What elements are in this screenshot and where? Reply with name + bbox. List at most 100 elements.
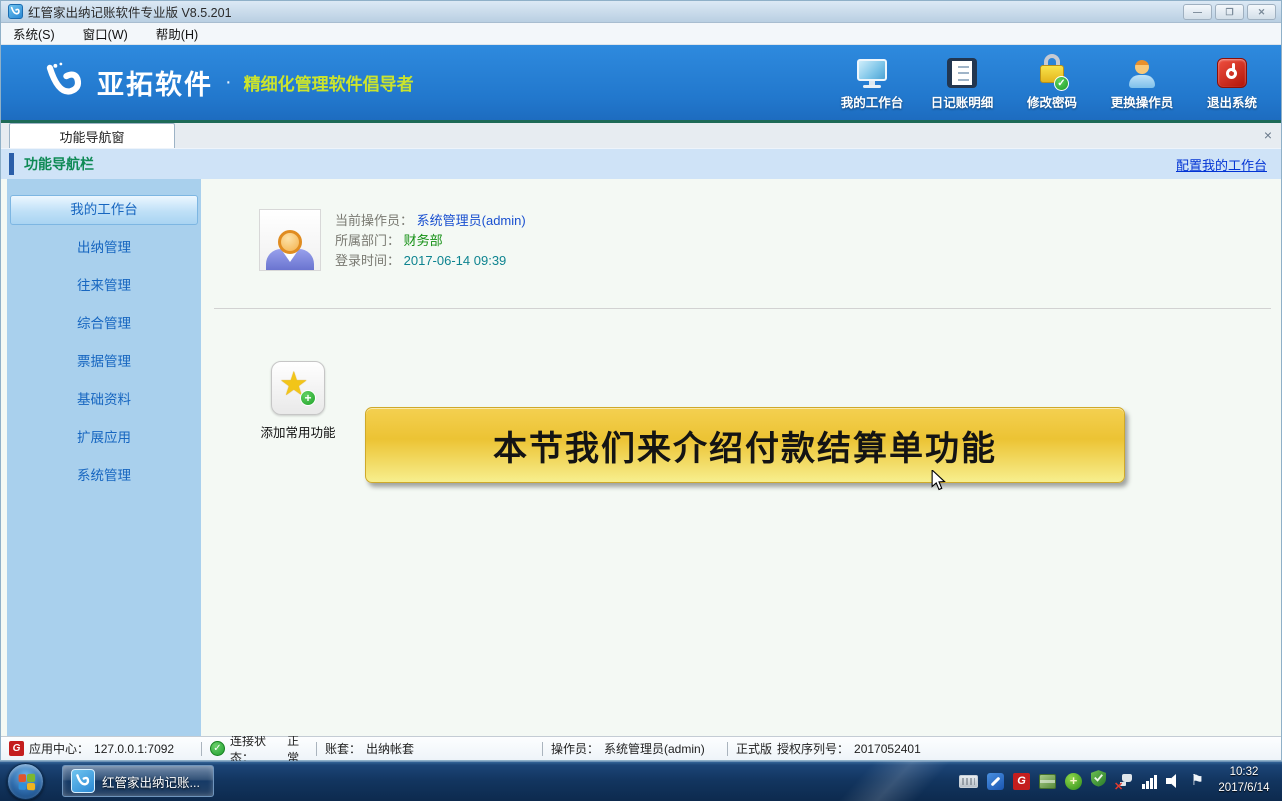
start-button[interactable] (7, 763, 44, 800)
windows-flag-icon (19, 773, 36, 790)
status-operator: 操作员： 系统管理员(admin) (543, 737, 727, 760)
plug-error-icon[interactable] (1115, 773, 1133, 790)
blue-tool-icon[interactable] (987, 773, 1004, 790)
app-window: 红管家出纳记账软件专业版 V8.5.201 — ❐ ✕ 系统(S) 窗口(W) … (0, 0, 1282, 761)
window-controls: — ❐ ✕ (1183, 4, 1276, 20)
switch-operator-label: 更换操作员 (1111, 92, 1174, 111)
status-app-center: G 应用中心： 127.0.0.1:7092 (1, 737, 201, 760)
main-panel: 当前操作员： 系统管理员(admin) 所属部门： 财务部 登录时间： 2017… (201, 179, 1281, 736)
nav-bar-title: 功能导航栏 (24, 154, 94, 174)
add-common-function-button[interactable]: ★ + (271, 361, 325, 415)
close-pane-icon[interactable]: × (1264, 128, 1272, 142)
account-set-label: 账套： (325, 740, 361, 757)
signal-bars-icon[interactable] (1142, 774, 1157, 789)
clock-time: 10:32 (1212, 765, 1276, 781)
app-logo-icon (8, 4, 23, 19)
tab-function-nav[interactable]: 功能导航窗 (9, 123, 175, 148)
volume-icon[interactable] (1166, 774, 1182, 789)
user-info-rows: 当前操作员： 系统管理员(admin) 所属部门： 财务部 登录时间： 2017… (335, 209, 526, 273)
status-bar: G 应用中心： 127.0.0.1:7092 ✓ 连接状态： 正常 账套： 出纳… (1, 736, 1281, 760)
brand-banner: 亚拓软件 · 精细化管理软件倡导者 我的工作台 日记账明细 (1, 45, 1281, 120)
status-license: 正式版 授权序列号： 2017052401 (728, 737, 929, 760)
shield-icon[interactable] (1091, 770, 1106, 792)
taskbar-clock[interactable]: 10:32 2017/6/14 (1212, 765, 1276, 796)
header-actions: 我的工作台 日记账明细 ✓ 修改密码 (839, 54, 1265, 111)
license-edition: 正式版 (736, 740, 772, 757)
department-row: 所属部门： 财务部 (335, 231, 526, 251)
taskbar: 红管家出纳记账... 10:32 (0, 761, 1282, 801)
account-set-value: 出纳帐套 (366, 740, 414, 757)
taskbar-app-button[interactable]: 红管家出纳记账... (62, 765, 214, 797)
tab-strip: 功能导航窗 × (1, 120, 1281, 148)
sidebar-item-contacts-mgmt[interactable]: 往来管理 (10, 271, 198, 301)
check-circle-icon: ✓ (210, 741, 225, 756)
current-operator-value: 系统管理员(admin) (417, 213, 526, 228)
restore-button[interactable]: ❐ (1215, 4, 1244, 20)
brand-name: 亚拓软件 (97, 63, 213, 102)
yatuo-logo-icon (43, 61, 87, 105)
brand: 亚拓软件 · 精细化管理软件倡导者 (43, 61, 414, 105)
plus-badge-icon: + (300, 390, 316, 406)
brand-tagline: 精细化管理软件倡导者 (244, 70, 414, 95)
menu-system[interactable]: 系统(S) (13, 24, 55, 43)
title-bar: 红管家出纳记账软件专业版 V8.5.201 — ❐ ✕ (1, 1, 1281, 23)
sidebar-item-comprehensive-mgmt[interactable]: 综合管理 (10, 309, 198, 339)
exit-system-button[interactable]: 退出系统 (1199, 54, 1265, 111)
sidebar-item-system-mgmt[interactable]: 系统管理 (10, 461, 198, 491)
minimize-button[interactable]: — (1183, 4, 1212, 20)
sidebar: 我的工作台 出纳管理 往来管理 综合管理 票据管理 基础资料 扩展应用 系统管理 (7, 179, 201, 736)
plus-ball-icon[interactable] (1065, 773, 1082, 790)
menu-window[interactable]: 窗口(W) (83, 24, 128, 43)
status-account-set: 账套： 出纳帐套 (317, 737, 542, 760)
journal-detail-label: 日记账明细 (931, 92, 994, 111)
app-logo-icon (71, 769, 95, 793)
function-nav-bar: 功能导航栏 配置我的工作台 (1, 148, 1281, 179)
close-button[interactable]: ✕ (1247, 4, 1276, 20)
login-time-row: 登录时间： 2017-06-14 09:39 (335, 251, 526, 271)
workbench-label: 我的工作台 (841, 92, 904, 111)
flag-icon[interactable] (1191, 773, 1204, 789)
nav-accent-bar (9, 153, 14, 175)
sidebar-item-basic-data[interactable]: 基础资料 (10, 385, 198, 415)
journal-icon (947, 54, 977, 88)
system-tray (959, 770, 1204, 792)
exit-system-label: 退出系统 (1207, 92, 1257, 111)
workbench-button[interactable]: 我的工作台 (839, 54, 905, 111)
taskbar-app-label: 红管家出纳记账... (102, 772, 200, 791)
section-divider (214, 308, 1271, 309)
add-shortcut: ★ + 添加常用功能 (255, 361, 341, 441)
app-center-label: 应用中心： (29, 740, 89, 757)
sidebar-item-bill-mgmt[interactable]: 票据管理 (10, 347, 198, 377)
avatar (259, 209, 321, 271)
configure-workbench-link[interactable]: 配置我的工作台 (1176, 155, 1267, 174)
current-operator-row: 当前操作员： 系统管理员(admin) (335, 211, 526, 231)
menu-help[interactable]: 帮助(H) (156, 24, 198, 43)
login-time-value: 2017-06-14 09:39 (404, 253, 507, 268)
operator-icon (1129, 54, 1155, 88)
add-common-function-label: 添加常用功能 (255, 422, 341, 441)
window-title: 红管家出纳记账软件专业版 V8.5.201 (28, 2, 232, 21)
sidebar-item-my-workbench[interactable]: 我的工作台 (10, 195, 198, 225)
power-icon (1217, 54, 1247, 88)
lock-check-icon: ✓ (1035, 54, 1069, 88)
keyboard-icon[interactable] (959, 775, 978, 788)
status-connection: ✓ 连接状态： 正常 (202, 737, 316, 760)
change-password-button[interactable]: ✓ 修改密码 (1019, 54, 1085, 111)
switch-operator-button[interactable]: 更换操作员 (1109, 54, 1175, 111)
status-operator-label: 操作员： (551, 740, 599, 757)
tutorial-banner: 本节我们来介绍付款结算单功能 (365, 407, 1125, 483)
sidebar-item-cashier-mgmt[interactable]: 出纳管理 (10, 233, 198, 263)
sidebar-item-extended-apps[interactable]: 扩展应用 (10, 423, 198, 453)
redapp-tray-icon[interactable] (1013, 773, 1030, 790)
content-area: 我的工作台 出纳管理 往来管理 综合管理 票据管理 基础资料 扩展应用 系统管理… (1, 179, 1281, 736)
status-operator-value: 系统管理员(admin) (604, 740, 705, 757)
department-value: 财务部 (404, 233, 443, 248)
current-operator-label: 当前操作员： (335, 213, 413, 228)
brand-separator: · (225, 71, 232, 94)
login-time-label: 登录时间： (335, 253, 400, 268)
clock-date: 2017/6/14 (1212, 781, 1276, 797)
journal-detail-button[interactable]: 日记账明细 (929, 54, 995, 111)
change-password-label: 修改密码 (1027, 92, 1077, 111)
package-icon[interactable] (1039, 774, 1056, 789)
redapp-icon: G (9, 741, 24, 756)
